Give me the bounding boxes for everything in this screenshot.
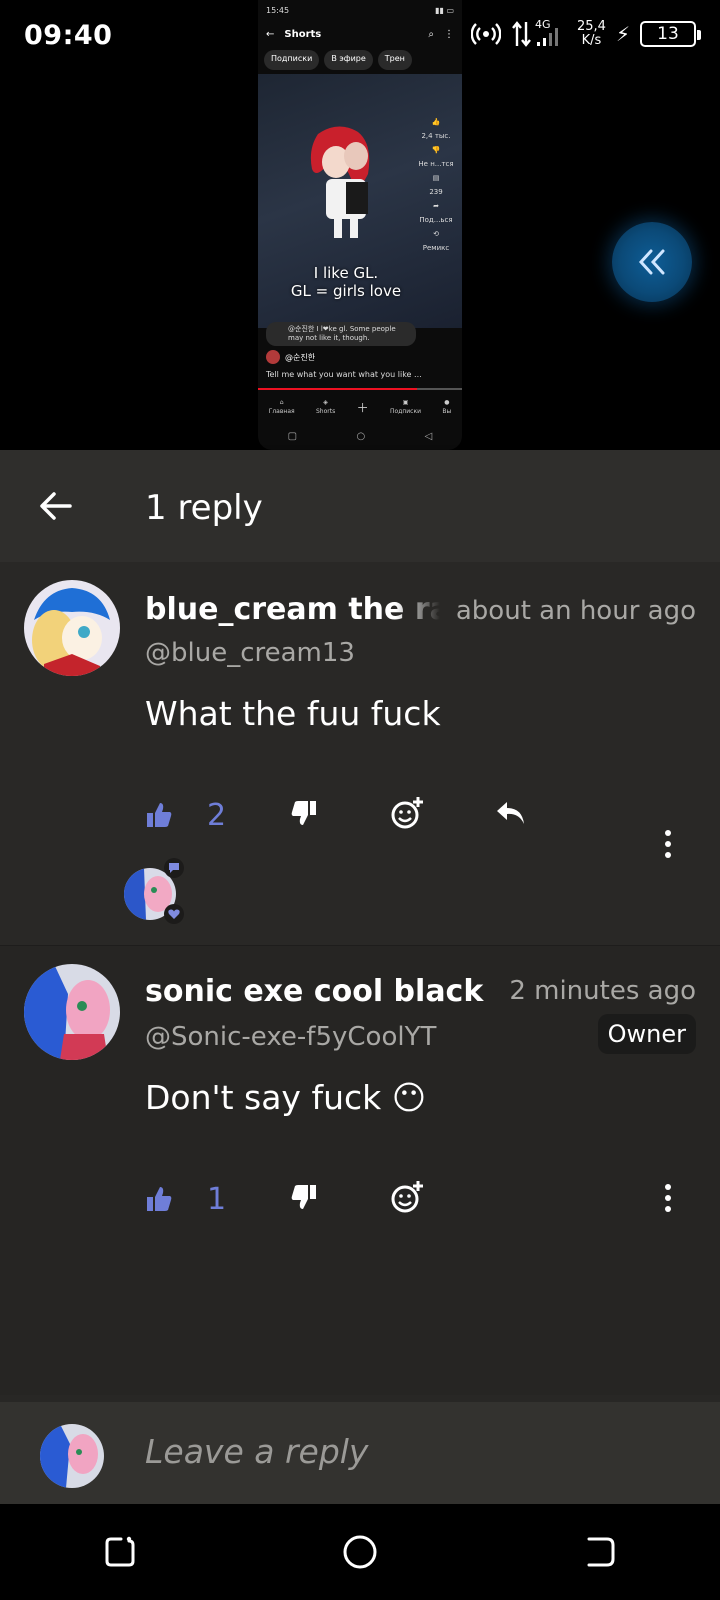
profile-icon: ●	[444, 399, 450, 406]
thumb-up-icon	[147, 1187, 172, 1211]
like-button[interactable]: 2	[145, 798, 290, 833]
battery-icon: 13	[640, 21, 701, 47]
comment-author[interactable]: sonic exe cool black	[145, 974, 485, 1009]
preview-status-bar: 15:45 ▮▮ ▭	[266, 6, 454, 15]
home-icon: ⌂	[279, 399, 284, 406]
video-preview[interactable]: 15:45 ▮▮ ▭ ← Shorts ⌕ ⋮ Подписки В эфире …	[258, 0, 462, 450]
back-button[interactable]	[30, 480, 82, 532]
add-reaction-button[interactable]	[390, 1180, 495, 1218]
preview-chips: Подписки В эфире Трен	[258, 48, 462, 72]
hotspot-icon	[471, 23, 501, 45]
back-arrow-icon: ←	[266, 28, 275, 40]
comment-text: Don't say fuck 😶	[145, 1078, 427, 1117]
system-nav-bar	[0, 1504, 720, 1600]
preview-description: Tell me what you want what you like ...	[266, 370, 422, 379]
preview-side-actions: 👍 2,4 тыс. 👎 Не н...тся ▤ 239 ➦ Под...ься ⟲ Р…	[418, 118, 454, 252]
comment-text: What the fuu fuck	[145, 694, 441, 733]
comment-handle[interactable]: @blue_cream13	[145, 638, 355, 668]
reply-arrow-icon	[497, 802, 524, 824]
more-options-button[interactable]	[656, 824, 680, 864]
double-chevron-left-icon	[638, 249, 665, 275]
add-reaction-icon	[391, 1181, 423, 1213]
like-button[interactable]: 1	[145, 1182, 290, 1217]
sheet-title: 1 reply	[145, 488, 263, 528]
reaction-summary[interactable]	[122, 858, 192, 928]
charging-icon: ⚡	[615, 22, 630, 46]
reply-badge	[164, 858, 184, 878]
chat-bubble-icon	[169, 863, 179, 873]
preview-bottom-nav: ⌂ Главная ◈ Shorts ＋ ▣ Подписки ● Вы	[268, 399, 452, 415]
heart-icon	[168, 909, 180, 919]
preview-title: Shorts	[284, 28, 322, 40]
add-reaction-button[interactable]	[390, 796, 495, 834]
shorts-icon: ◈	[323, 399, 328, 406]
comment: blue_cream the ra about an hour ago @blu…	[0, 562, 720, 945]
remix-icon: ⟲	[433, 230, 439, 238]
chip: Подписки	[264, 50, 320, 70]
thumb-down-icon	[291, 1185, 316, 1209]
preview-author: @순진한	[266, 350, 315, 364]
more-vert-icon: ⋮	[444, 28, 454, 40]
reply-input[interactable]: Leave a reply	[145, 1432, 368, 1471]
status-icons: 4G 25,4 K/s ⚡ 13	[471, 18, 701, 50]
chip: Трен	[377, 50, 412, 70]
video-caption: I like GL. GL = girls love	[290, 264, 402, 300]
comment-author[interactable]: blue_cream the ra	[145, 592, 440, 627]
comment-icon: ▤	[432, 174, 440, 182]
preview-progress	[258, 388, 462, 390]
reply-sheet: 1 reply blue_cream the ra about an hour …	[0, 450, 720, 1504]
add-reaction-icon	[391, 797, 423, 829]
share-icon: ➦	[433, 202, 439, 210]
owner-badge: Owner	[597, 1014, 696, 1054]
home-icon[interactable]	[342, 1534, 378, 1570]
comment-time: about an hour ago	[455, 596, 696, 626]
subscriptions-icon: ▣	[402, 399, 409, 406]
author-avatar	[266, 350, 280, 364]
chip: В эфире	[324, 50, 373, 70]
recent-apps-icon[interactable]	[103, 1535, 137, 1569]
collapse-button[interactable]	[612, 222, 692, 302]
plus-icon: ＋	[356, 400, 369, 415]
anime-figures-image	[310, 126, 370, 238]
status-time: 09:40	[24, 20, 113, 51]
my-avatar	[40, 1424, 104, 1488]
comment-handle[interactable]: @Sonic-exe-f5yCoolYT	[145, 1022, 436, 1052]
back-arrow-icon	[40, 492, 72, 520]
pinned-comment: @순진한 I l❤ke gl. Some people may not like…	[266, 322, 416, 346]
search-icon: ⌕	[428, 28, 434, 40]
heart-badge	[164, 904, 184, 924]
signal-icon: 4G	[512, 18, 558, 47]
avatar[interactable]	[24, 964, 120, 1060]
dislike-button[interactable]	[290, 1183, 390, 1215]
more-options-button[interactable]	[656, 1178, 680, 1218]
sheet-header: 1 reply	[0, 450, 720, 562]
thumb-down-icon: 👎	[431, 146, 441, 154]
like-count: 1	[207, 1181, 227, 1217]
avatar[interactable]	[24, 580, 120, 676]
thumb-up-icon	[147, 803, 172, 827]
like-count: 2	[207, 797, 227, 833]
comment: sonic exe cool black 2 minutes ago @Soni…	[0, 945, 720, 1395]
reply-button[interactable]	[495, 800, 555, 830]
network-speed: 25,4 K/s	[577, 19, 606, 48]
thumb-up-icon: 👍	[431, 118, 441, 126]
preview-header: ← Shorts ⌕ ⋮	[258, 20, 462, 48]
comment-actions: 2	[145, 790, 555, 840]
dislike-button[interactable]	[290, 799, 390, 831]
network-type: 4G	[535, 18, 551, 31]
back-icon[interactable]	[583, 1535, 617, 1569]
preview-system-nav: ▢ ○ ◁	[287, 430, 433, 442]
comment-time: 2 minutes ago	[509, 976, 696, 1006]
battery-level: 13	[657, 24, 679, 44]
reply-bar[interactable]: Leave a reply	[0, 1402, 720, 1504]
thumb-down-icon	[291, 801, 316, 825]
comment-actions: 1	[145, 1174, 495, 1224]
